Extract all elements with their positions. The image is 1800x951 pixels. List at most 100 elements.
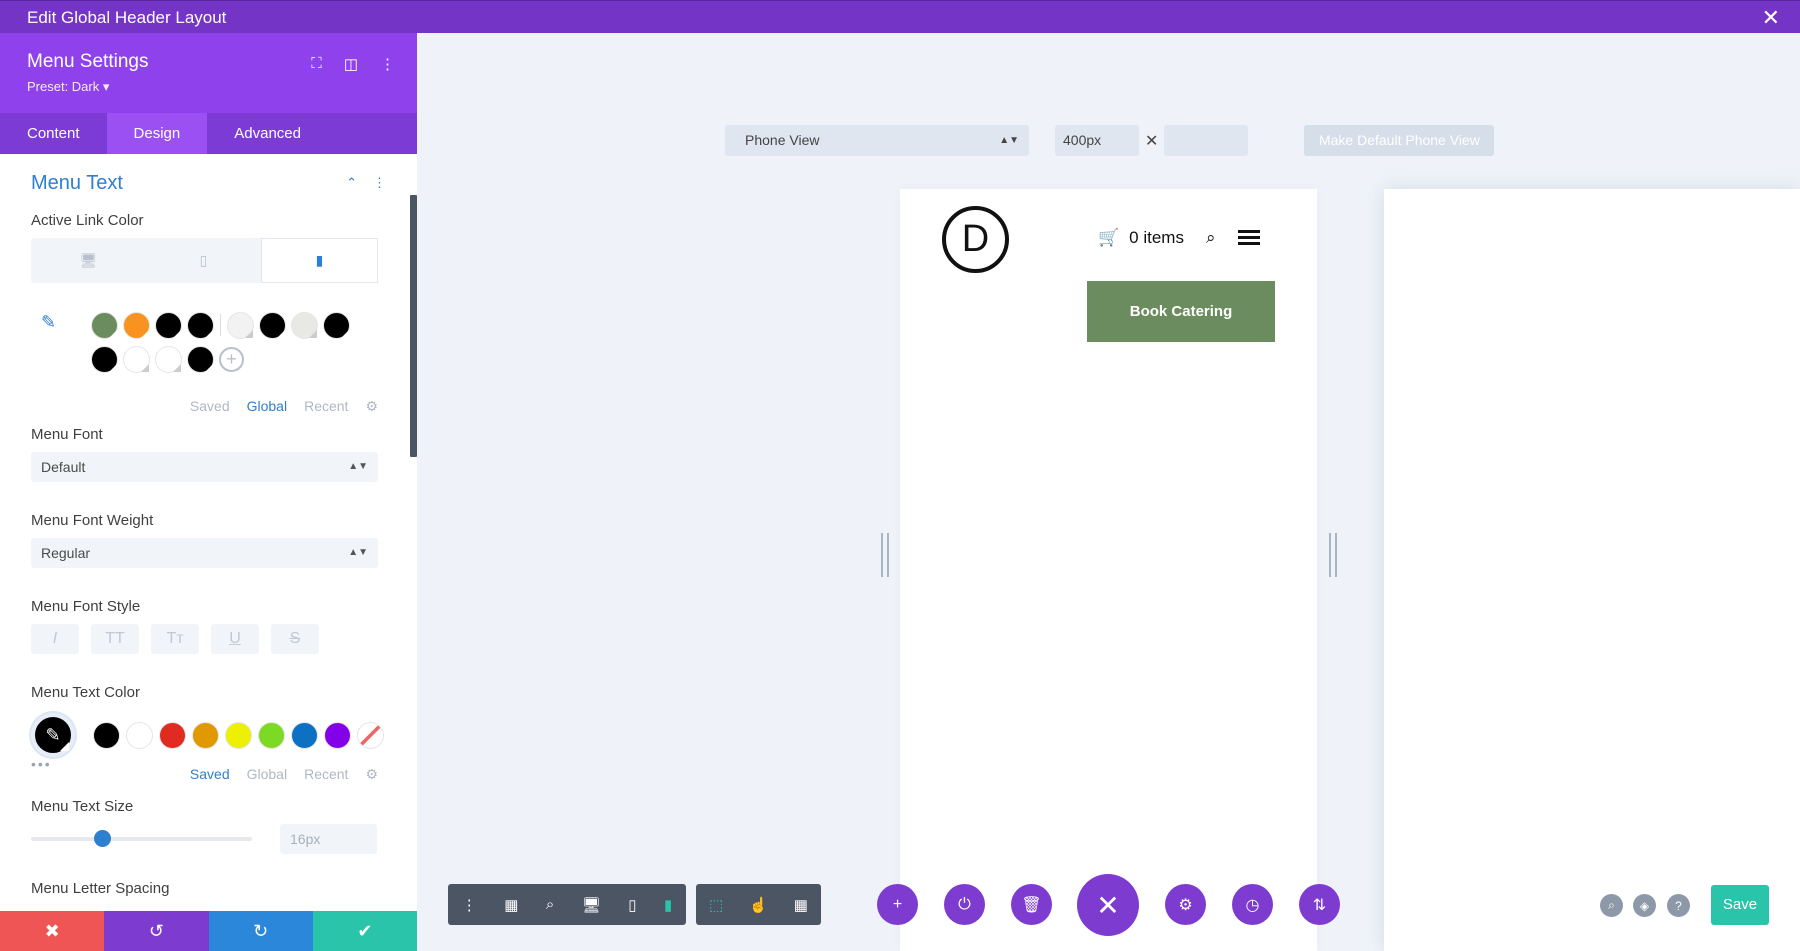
color-swatch[interactable]	[91, 345, 118, 373]
eyedropper-icon: ✎	[45, 724, 61, 745]
layers-icon[interactable]: ◈	[1633, 894, 1656, 917]
section-more-icon[interactable]: ⋮	[373, 175, 386, 191]
text-size-slider[interactable]	[31, 830, 252, 847]
add-color-icon[interactable]: +	[219, 346, 244, 372]
layout-icon[interactable]: ▦	[504, 896, 518, 914]
more-icon[interactable]: ⋮	[462, 896, 477, 914]
color-swatch[interactable]	[155, 311, 182, 339]
uppercase-button[interactable]: TT	[91, 624, 139, 654]
cart-count: 0 items	[1129, 227, 1184, 247]
strikethrough-button[interactable]: S	[271, 624, 319, 654]
hamburger-menu-icon[interactable]	[1237, 227, 1260, 248]
desktop-view-icon[interactable]: 🖥	[582, 896, 601, 914]
text-color-swatch[interactable]	[258, 721, 285, 749]
close-builder-button[interactable]: ✕	[1077, 874, 1139, 936]
underline-button[interactable]: U	[211, 624, 259, 654]
gear-icon[interactable]: ⚙	[365, 398, 378, 415]
palette-tab-recent[interactable]: Recent	[304, 766, 348, 782]
confirm-button[interactable]: ✔	[312, 911, 417, 951]
italic-button[interactable]: I	[31, 624, 79, 654]
resize-handle-right[interactable]	[1329, 533, 1337, 577]
view-mode-select[interactable]: Phone View ▲▼	[725, 125, 1029, 156]
section-header[interactable]: Menu Text ⌃ ⋮	[31, 154, 386, 212]
settings-icon[interactable]: ⚙	[1165, 884, 1206, 925]
tab-content[interactable]: Content	[0, 113, 107, 154]
text-color-swatch[interactable]	[225, 721, 252, 749]
menu-font-select[interactable]: Default ▲▼	[31, 452, 378, 482]
power-icon[interactable]: ⏻	[944, 884, 985, 925]
gear-icon[interactable]: ⚙	[365, 766, 378, 783]
history-icon[interactable]: ◷	[1232, 884, 1273, 925]
no-color-swatch[interactable]	[357, 721, 384, 749]
resize-handle-left[interactable]	[881, 533, 889, 577]
color-swatch[interactable]	[187, 345, 214, 373]
tab-advanced[interactable]: Advanced	[207, 113, 328, 154]
text-color-swatch[interactable]	[291, 721, 318, 749]
tablet-icon[interactable]: ▯	[146, 238, 261, 283]
fullscreen-icon[interactable]: ⛶	[311, 55, 322, 73]
portability-icon[interactable]: ⇅	[1299, 884, 1340, 925]
color-swatch[interactable]	[91, 311, 118, 339]
slider-knob[interactable]	[93, 830, 111, 847]
color-swatch[interactable]	[227, 311, 254, 339]
color-swatch[interactable]	[259, 311, 286, 339]
search-icon[interactable]: ⌕	[1600, 894, 1623, 917]
menu-text-size-label: Menu Text Size	[31, 798, 134, 815]
cart-link[interactable]: 🛒 0 items	[1098, 228, 1184, 248]
text-color-swatch[interactable]	[126, 721, 153, 749]
text-color-swatch[interactable]	[192, 721, 219, 749]
select-arrows-icon: ▲▼	[348, 461, 368, 472]
text-size-input[interactable]: 16px	[280, 824, 377, 854]
redo-button[interactable]: ↻	[208, 911, 313, 951]
phone-view-icon[interactable]: ▮	[664, 896, 672, 914]
discard-button[interactable]: ✖	[0, 911, 105, 951]
grid-icon[interactable]: ▦	[794, 896, 808, 914]
save-button[interactable]: Save	[1711, 885, 1769, 925]
palette-tab-saved[interactable]: Saved	[190, 766, 230, 782]
color-swatch[interactable]	[291, 311, 318, 339]
desktop-icon[interactable]: 🖥	[31, 238, 146, 283]
text-color-swatch[interactable]	[324, 721, 351, 749]
color-swatch[interactable]	[155, 345, 182, 373]
undo-button[interactable]: ↺	[104, 911, 209, 951]
chevron-up-icon[interactable]: ⌃	[346, 175, 357, 191]
add-module-button[interactable]: +	[877, 884, 918, 925]
phone-icon[interactable]: ▮	[261, 238, 378, 283]
site-logo[interactable]: D	[942, 206, 1009, 273]
eyedropper-icon[interactable]: ✎	[41, 312, 63, 333]
click-mode-icon[interactable]: ☝	[749, 896, 768, 914]
make-default-view-button[interactable]: Make Default Phone View	[1304, 125, 1495, 156]
select-arrows-icon: ▲▼	[999, 135, 1019, 146]
more-options-icon[interactable]: ⋮	[380, 55, 395, 73]
header-actions: 🛒 0 items ⌕	[1098, 227, 1260, 248]
width-input[interactable]: 400px	[1055, 125, 1139, 156]
color-swatch[interactable]	[323, 311, 350, 339]
color-swatch[interactable]	[123, 311, 150, 339]
wireframe-icon[interactable]: ⬚	[709, 896, 723, 914]
trash-icon[interactable]: 🗑	[1011, 884, 1052, 925]
split-view-icon[interactable]: ◫	[344, 55, 358, 73]
preset-dropdown[interactable]: Preset: Dark ▾	[27, 79, 390, 95]
height-input[interactable]	[1164, 125, 1249, 156]
color-swatch[interactable]	[187, 311, 214, 339]
current-color-picker[interactable]: ✎	[31, 713, 75, 757]
title-bar: Edit Global Header Layout ✕	[0, 0, 1800, 33]
palette-tab-saved[interactable]: Saved	[190, 398, 230, 414]
palette-tab-global[interactable]: Global	[247, 398, 287, 414]
color-swatch[interactable]	[123, 345, 150, 373]
palette-tab-recent[interactable]: Recent	[304, 398, 348, 414]
capitalize-button[interactable]: Tт	[151, 624, 199, 654]
menu-text-color-label: Menu Text Color	[31, 684, 140, 701]
window-title: Edit Global Header Layout	[27, 8, 227, 27]
tab-design[interactable]: Design	[106, 113, 208, 154]
tablet-view-icon[interactable]: ▯	[628, 896, 636, 914]
zoom-icon[interactable]: ⌕	[546, 896, 554, 913]
menu-font-weight-select[interactable]: Regular ▲▼	[31, 538, 378, 568]
search-icon[interactable]: ⌕	[1206, 228, 1216, 248]
book-catering-button[interactable]: Book Catering	[1087, 281, 1275, 342]
palette-tab-global[interactable]: Global	[247, 766, 287, 782]
close-icon[interactable]: ✕	[1762, 1, 1780, 34]
text-color-swatch[interactable]	[93, 721, 120, 749]
text-color-swatch[interactable]	[159, 721, 186, 749]
help-icon[interactable]: ?	[1667, 894, 1690, 917]
